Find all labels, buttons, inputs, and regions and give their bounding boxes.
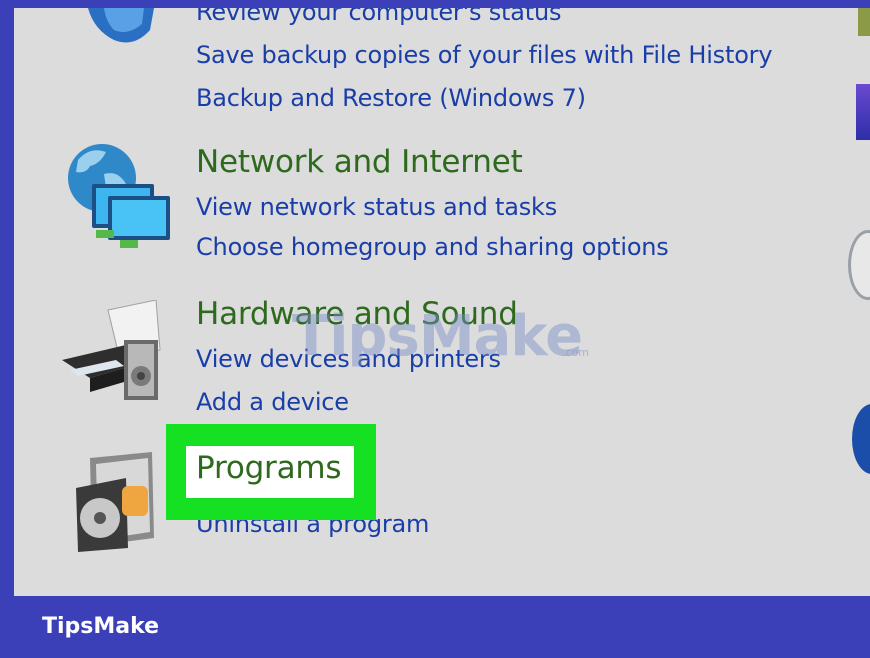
right-icon-top xyxy=(858,8,870,36)
screenshot-frame: Review your computer's status Save backu… xyxy=(0,0,870,658)
link-homegroup[interactable]: Choose homegroup and sharing options xyxy=(196,233,669,261)
footer-bar: TipsMake xyxy=(0,596,870,658)
right-icon-blue xyxy=(856,84,870,140)
link-file-history[interactable]: Save backup copies of your files with Fi… xyxy=(196,41,773,69)
frame-border-left xyxy=(0,0,14,600)
link-network-status[interactable]: View network status and tasks xyxy=(196,193,557,221)
frame-border-top xyxy=(0,0,870,8)
category-network-internet[interactable]: Network and Internet xyxy=(196,144,523,180)
programs-icon xyxy=(76,452,154,552)
printer-icon xyxy=(62,300,161,400)
footer-brand: TipsMake xyxy=(42,614,160,639)
security-icon xyxy=(88,8,154,43)
watermark-brand: TipsMake xyxy=(292,304,583,369)
watermark-domain: .com xyxy=(562,346,589,359)
link-backup-restore[interactable]: Backup and Restore (Windows 7) xyxy=(196,84,586,112)
link-add-device[interactable]: Add a device xyxy=(196,388,349,416)
category-programs[interactable]: Programs xyxy=(196,450,342,486)
network-icon xyxy=(68,144,170,248)
